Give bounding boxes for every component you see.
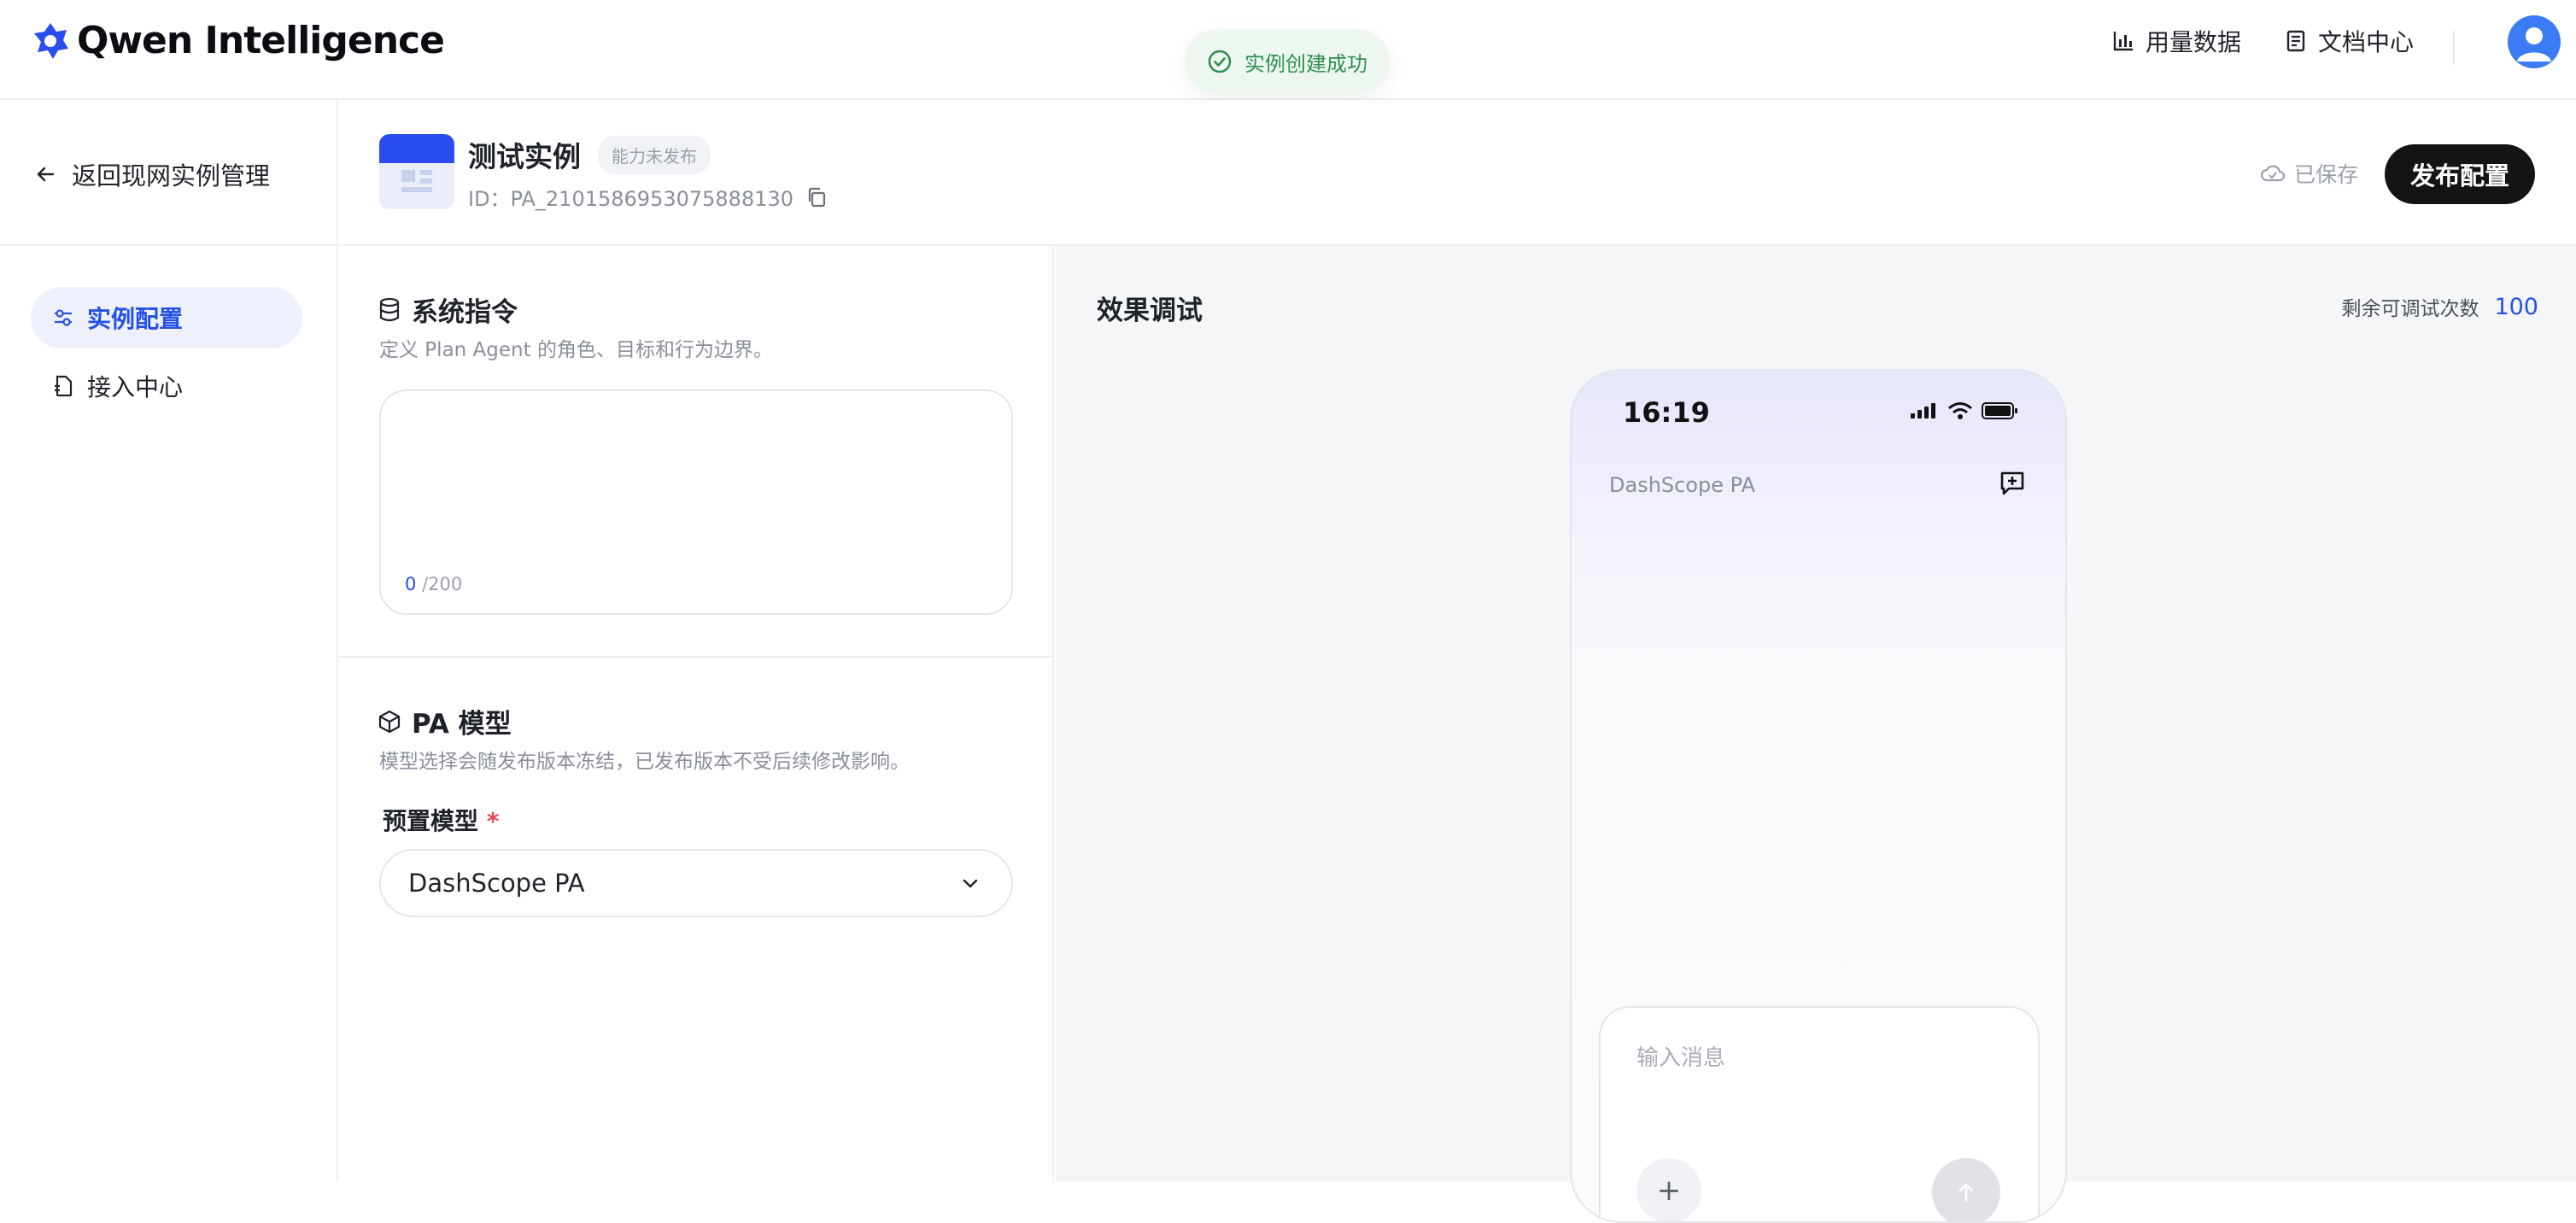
- qwen-logo-icon: [31, 21, 70, 61]
- attach-button[interactable]: +: [1636, 1158, 1701, 1221]
- sidebar-item-access-center[interactable]: 接入中心: [31, 355, 302, 417]
- back-label: 返回现网实例管理: [72, 161, 271, 190]
- brand-logo[interactable]: Qwen Intelligence: [31, 19, 445, 62]
- pa-model-title: PA 模型: [378, 702, 512, 740]
- new-chat-icon[interactable]: [1999, 470, 2026, 497]
- wifi-icon: [1947, 401, 1973, 420]
- nav-doc-label: 文档中心: [2318, 28, 2415, 56]
- database-icon: [378, 297, 401, 323]
- instance-app-icon: [379, 134, 454, 209]
- arrow-up-icon: [1954, 1180, 1978, 1204]
- remaining-value: 100: [2494, 293, 2538, 320]
- phone-app-name: DashScope PA: [1609, 473, 1755, 497]
- nav-doc-center[interactable]: 文档中心: [2284, 24, 2414, 58]
- field-label-text: 预置模型: [383, 807, 479, 835]
- bar-chart-icon: [2111, 29, 2135, 53]
- save-status: 已保存: [2260, 158, 2358, 189]
- preset-model-label: 预置模型 *: [383, 803, 499, 837]
- nav-usage-label: 用量数据: [2146, 28, 2242, 56]
- section-divider: [338, 656, 1054, 658]
- char-count-current: 0: [405, 574, 417, 594]
- selected-model: DashScope PA: [408, 869, 585, 898]
- char-count-max: /200: [422, 574, 463, 594]
- brand-name: Qwen Intelligence: [77, 19, 445, 62]
- instance-id: ID：PA_2101586953075888130: [468, 187, 794, 211]
- phone-status-bar: [1910, 401, 2019, 420]
- preset-model-select[interactable]: DashScope PA: [379, 849, 1013, 917]
- chevron-down-icon: [960, 873, 981, 893]
- section-title-text: PA 模型: [412, 709, 512, 740]
- copy-icon[interactable]: [805, 186, 828, 208]
- phone-preview: 16:19 DashScope PA 输入消息 +: [1570, 369, 2067, 1223]
- instance-title-row: 测试实例 能力未发布: [468, 134, 711, 175]
- saved-label: 已保存: [2294, 162, 2359, 187]
- sidebar-item-label: 接入中心: [87, 373, 184, 401]
- config-panel: 系统指令 定义 Plan Agent 的角色、目标和行为边界。 0 /200 P…: [338, 246, 1054, 1182]
- back-to-instances-link[interactable]: 返回现网实例管理: [34, 156, 270, 192]
- sliders-icon: [51, 306, 75, 330]
- debug-title: 效果调试: [1097, 296, 1203, 326]
- signal-icon: [1910, 402, 1939, 419]
- header-divider: [2453, 31, 2455, 65]
- sidebar: 实例配置 接入中心: [0, 246, 337, 1182]
- instance-name: 测试实例: [468, 140, 581, 173]
- char-counter: 0 /200: [405, 574, 462, 594]
- section-title-text: 系统指令: [412, 297, 518, 328]
- system-instruction-description: 定义 Plan Agent 的角色、目标和行为边界。: [379, 339, 773, 361]
- pa-model-description: 模型选择会随发布版本冻结，已发布版本不受后续修改影响。: [379, 751, 910, 773]
- message-input[interactable]: 输入消息 +: [1599, 1006, 2040, 1221]
- status-badge: 能力未发布: [598, 135, 711, 174]
- phone-time: 16:19: [1623, 396, 1710, 429]
- battery-icon: [1982, 401, 2019, 420]
- arrow-left-icon: [34, 163, 56, 185]
- cloud-check-icon: [2260, 162, 2286, 184]
- document-icon: [2284, 29, 2308, 53]
- message-placeholder: 输入消息: [1636, 1045, 1726, 1071]
- system-instruction-input[interactable]: 0 /200: [379, 389, 1013, 615]
- required-mark: *: [486, 807, 500, 835]
- instance-id-row: ID：PA_2101586953075888130: [468, 182, 828, 212]
- publish-config-button[interactable]: 发布配置: [2385, 144, 2535, 204]
- instance-header: 返回现网实例管理 测试实例 能力未发布 ID：PA_21015869530758…: [0, 100, 2576, 246]
- top-header: Qwen Intelligence 实例创建成功 用量数据 文档中心: [0, 0, 2576, 100]
- remaining-label: 剩余可调试次数: [2341, 298, 2479, 320]
- sidebar-item-instance-config[interactable]: 实例配置: [31, 287, 302, 348]
- file-link-icon: [51, 374, 75, 398]
- remaining-debug-count: 剩余可调试次数 100: [2341, 292, 2538, 321]
- check-circle-icon: [1207, 49, 1232, 74]
- toast-message: 实例创建成功: [1244, 51, 1367, 76]
- success-toast: 实例创建成功: [1185, 29, 1390, 94]
- cube-icon: [378, 709, 401, 734]
- debug-panel: 效果调试 剩余可调试次数 100 16:19 DashScope PA 输入消息…: [1056, 246, 2576, 1223]
- system-instruction-title: 系统指令: [378, 290, 518, 329]
- nav-usage-data[interactable]: 用量数据: [2111, 24, 2241, 58]
- user-avatar-icon[interactable]: [2508, 15, 2561, 68]
- send-button[interactable]: [1932, 1158, 2000, 1221]
- sidebar-item-label: 实例配置: [87, 305, 184, 333]
